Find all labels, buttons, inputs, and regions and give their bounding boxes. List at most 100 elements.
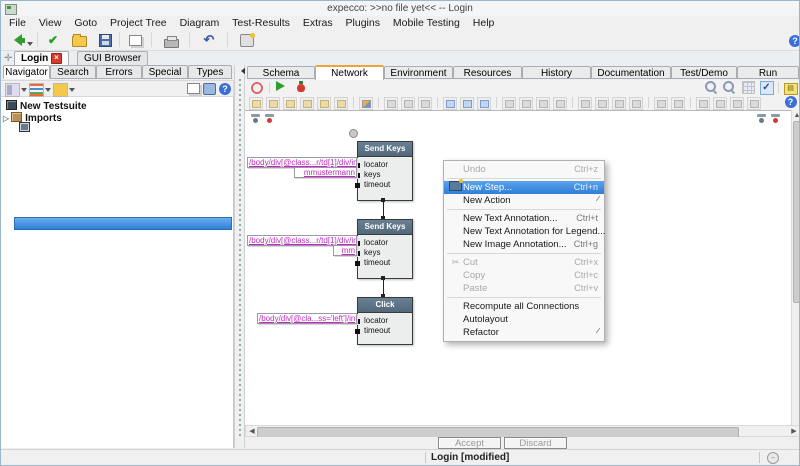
edit-connection-icon[interactable]	[460, 97, 474, 110]
distribute-vertical-icon[interactable]	[612, 97, 626, 110]
close-tab-icon[interactable]: ×	[51, 53, 62, 64]
back-dropdown-icon[interactable]	[27, 42, 33, 49]
pin-square-icon[interactable]	[355, 329, 360, 334]
tab-test-demo[interactable]: Test/Demo	[671, 66, 737, 79]
distribute-horizontal-icon[interactable]	[629, 97, 643, 110]
grid-toggle-button[interactable]	[741, 81, 756, 93]
show-connections-icon[interactable]	[502, 97, 516, 110]
new-window-button[interactable]	[123, 31, 147, 50]
status-lock-icon[interactable]: −	[767, 452, 779, 464]
tab-environment[interactable]: Environment	[384, 66, 453, 79]
menu-view[interactable]: View	[34, 16, 67, 30]
menu-item-new-image-annotation[interactable]: New Image Annotation...Ctrl+g	[444, 238, 604, 251]
panel-splitter[interactable]	[234, 65, 245, 448]
print-button[interactable]	[159, 31, 183, 50]
tab-navigator[interactable]: Navigator	[3, 65, 50, 79]
split-connection-icon[interactable]	[671, 97, 685, 110]
join-connection-icon[interactable]	[654, 97, 668, 110]
discard-button[interactable]: Discard	[504, 437, 567, 449]
step-block-send-keys-2[interactable]: Send Keys locator keys timeout	[357, 219, 413, 279]
dock-handle-icon[interactable]: ✛	[4, 53, 12, 64]
menu-extras[interactable]: Extras	[298, 16, 338, 30]
diagram-canvas[interactable]: Send Keys locator keys timeout /body/div…	[245, 110, 791, 426]
snapshot-button[interactable]	[235, 31, 259, 50]
align-top-icon[interactable]	[283, 97, 297, 110]
tab-schema[interactable]: Schema	[247, 66, 315, 79]
line-style-ortho-icon[interactable]	[713, 97, 727, 110]
input-pin-marker-right-icon[interactable]	[757, 114, 766, 123]
back-button[interactable]	[4, 31, 36, 50]
menu-item-new-step[interactable]: New Step...Ctrl+n	[444, 181, 604, 194]
notes-button[interactable]: ▤	[783, 81, 798, 93]
start-node[interactable]	[349, 129, 358, 138]
tab-login[interactable]: Login ×	[14, 51, 69, 65]
input-value-keys[interactable]: mm	[333, 245, 357, 256]
input-pin-marker-icon[interactable]	[251, 114, 260, 123]
tab-network[interactable]: Network	[315, 65, 384, 80]
center-vertical-icon[interactable]	[334, 97, 348, 110]
output-pin-marker-icon[interactable]	[265, 114, 274, 123]
align-left-icon[interactable]	[249, 97, 263, 110]
raise-step-icon[interactable]	[578, 97, 592, 110]
menu-test-results[interactable]: Test-Results	[227, 16, 295, 30]
tab-search[interactable]: Search	[50, 65, 96, 79]
zoom-out-button[interactable]	[703, 81, 718, 93]
tab-types[interactable]: Types	[188, 65, 232, 79]
insert-input-pin-icon[interactable]	[401, 97, 415, 110]
output-pin-marker-right-icon[interactable]	[771, 114, 780, 123]
scroll-right-icon[interactable]: ▶	[789, 427, 799, 436]
accept-file-button[interactable]: ✔	[41, 31, 65, 50]
hide-connections-icon[interactable]	[519, 97, 533, 110]
run-button[interactable]	[275, 81, 290, 93]
connect-pins-icon[interactable]	[443, 97, 457, 110]
tree-item-login[interactable]: Login	[19, 122, 60, 134]
save-button[interactable]	[93, 31, 117, 50]
fade-connections-icon[interactable]	[553, 97, 567, 110]
input-value-locator[interactable]: /body/div[@cla...ss='left']/input	[257, 313, 357, 324]
line-style-straight-icon[interactable]	[696, 97, 710, 110]
tab-documentation[interactable]: Documentation	[591, 66, 671, 79]
align-right-icon[interactable]	[266, 97, 280, 110]
open-file-button[interactable]	[67, 31, 91, 50]
highlight-connections-icon[interactable]	[536, 97, 550, 110]
insert-output-pin-icon[interactable]	[418, 97, 432, 110]
line-style-curved-icon[interactable]	[730, 97, 744, 110]
lower-step-icon[interactable]	[595, 97, 609, 110]
navigator-help-icon[interactable]: ?	[219, 83, 231, 95]
menu-file[interactable]: File	[4, 16, 31, 30]
find-step-button[interactable]	[249, 81, 264, 93]
tree-item-testsuite[interactable]: New Testsuite	[6, 100, 87, 112]
tab-resources[interactable]: Resources	[453, 66, 522, 79]
debug-button[interactable]	[293, 81, 308, 93]
title-bar[interactable]: expecco: >>no file yet<< -- Login	[1, 1, 799, 17]
scroll-left-icon[interactable]: ◀	[247, 427, 257, 436]
input-value-keys[interactable]: mmustermann	[294, 167, 357, 178]
help-button[interactable]: ?	[783, 31, 800, 50]
undo-button[interactable]: ↶	[197, 31, 221, 50]
expander-icon[interactable]: ▷	[3, 114, 9, 123]
pin-square-icon[interactable]	[355, 261, 360, 266]
horizontal-scrollbar[interactable]: ◀ ▶	[245, 425, 800, 437]
pin-square-icon[interactable]	[355, 183, 360, 188]
detach-view-icon[interactable]	[187, 83, 200, 94]
layout-icon[interactable]	[203, 83, 216, 95]
network-help-button[interactable]: ?	[783, 96, 798, 108]
scroll-up-icon[interactable]: ▲	[792, 111, 800, 120]
tab-errors[interactable]: Errors	[96, 65, 142, 79]
menu-goto[interactable]: Goto	[69, 16, 102, 30]
tab-history[interactable]: History	[522, 66, 591, 79]
zoom-in-button[interactable]	[721, 81, 736, 93]
menu-item-autolayout[interactable]: Autolayout	[444, 313, 604, 326]
tab-run[interactable]: Run	[737, 66, 799, 79]
line-style-spline-icon[interactable]	[747, 97, 761, 110]
step-block-click[interactable]: Click locator timeout	[357, 297, 413, 345]
accept-button[interactable]: Accept	[438, 437, 501, 449]
tab-gui-browser[interactable]: GUI Browser	[77, 51, 148, 65]
menu-mobile-testing[interactable]: Mobile Testing	[388, 16, 465, 30]
center-horizontal-icon[interactable]	[317, 97, 331, 110]
auto-connect-icon[interactable]	[477, 97, 491, 110]
vertical-scroll-thumb[interactable]	[793, 121, 800, 303]
menu-item-new-text-annotation[interactable]: New Text Annotation...Ctrl+t	[444, 212, 604, 225]
menu-item-new-action[interactable]: New Action	[444, 194, 604, 207]
vertical-scrollbar[interactable]: ▲	[791, 110, 800, 425]
